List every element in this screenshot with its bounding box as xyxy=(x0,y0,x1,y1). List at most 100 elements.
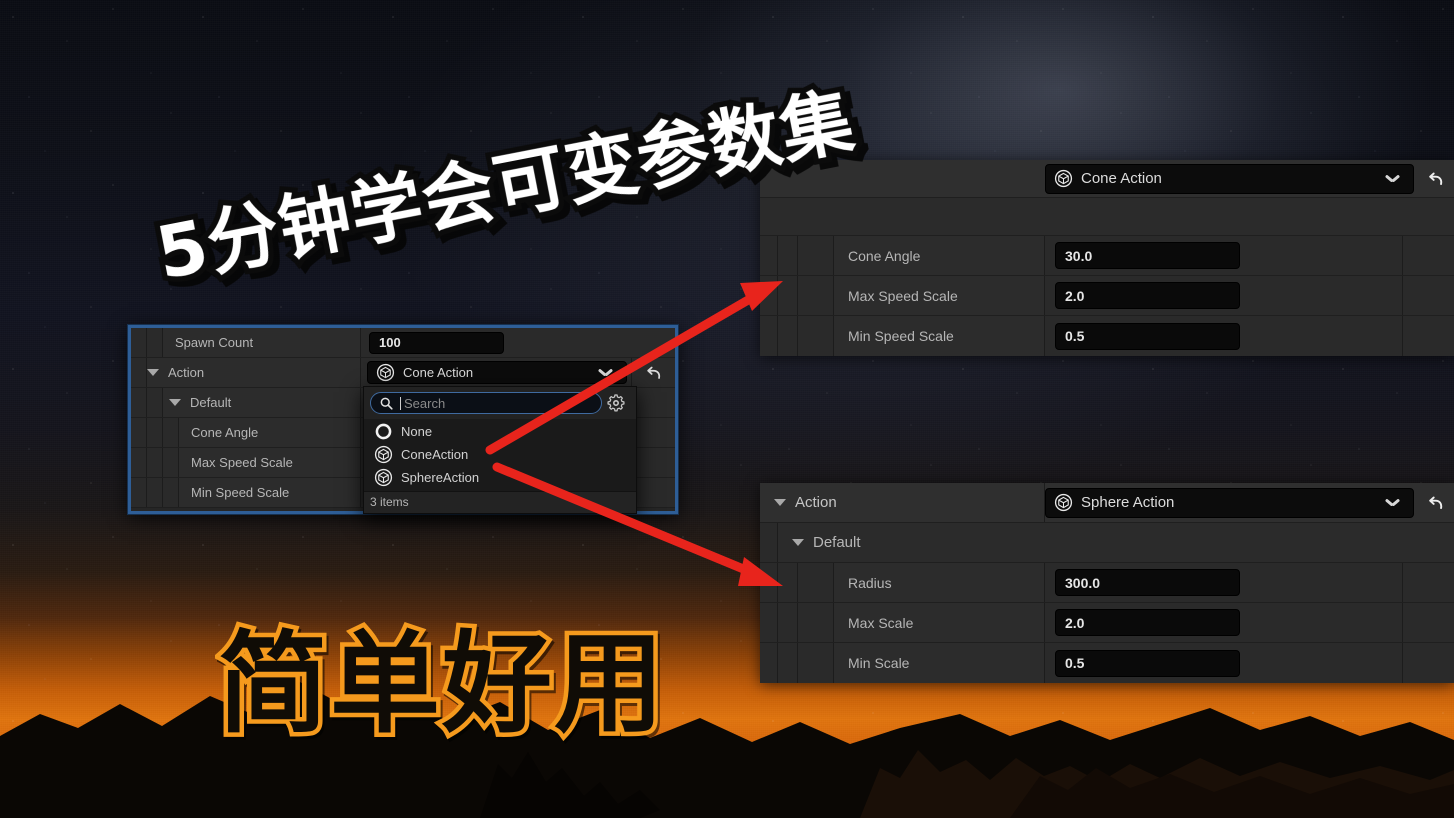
property-label: Max Speed Scale xyxy=(848,287,958,304)
spawn-count-field[interactable]: 100 xyxy=(369,331,504,354)
max-scale-field[interactable]: 2.0 xyxy=(1055,609,1240,636)
min-speed-scale-value: 0.5 xyxy=(1065,328,1085,344)
property-label: Min Scale xyxy=(848,655,910,671)
cone-action-combo-value: Cone Action xyxy=(1081,170,1162,187)
expander-triangle-icon[interactable] xyxy=(792,539,804,546)
property-row-min-scale[interactable]: Min Scale 0.5 xyxy=(760,643,1454,683)
dropdown-item-sphereaction[interactable]: SphereAction xyxy=(364,466,636,489)
cube-class-icon xyxy=(1054,493,1073,512)
expander-triangle-icon[interactable] xyxy=(169,399,181,406)
headline-bottom: 简单好用 xyxy=(214,616,669,753)
reset-arrow-icon[interactable] xyxy=(643,362,665,384)
indent-guides xyxy=(760,276,834,315)
indent-guides xyxy=(760,316,834,356)
category-label: Default xyxy=(813,534,861,551)
class-picker-dropdown[interactable]: Search None ConeAction SphereAction 3 it… xyxy=(363,386,637,514)
indent-guides xyxy=(760,236,834,275)
max-scale-value: 2.0 xyxy=(1065,614,1085,631)
property-row-radius[interactable]: Radius 300.0 xyxy=(760,563,1454,603)
min-speed-scale-field[interactable]: 0.5 xyxy=(1055,322,1240,350)
property-row-action[interactable]: Action Sphere Action xyxy=(760,483,1454,523)
screenshot-canvas: Spawn Count 100 Action Cone Action Defau… xyxy=(0,0,1454,818)
action-header-label: Action xyxy=(795,494,837,511)
sphere-action-combo-value: Sphere Action xyxy=(1081,494,1175,511)
dropdown-item-label: None xyxy=(401,424,433,439)
reset-arrow-icon[interactable] xyxy=(1425,168,1447,190)
cube-class-icon xyxy=(374,468,393,487)
max-speed-scale-field[interactable]: 2.0 xyxy=(1055,282,1240,309)
expander-triangle-icon[interactable] xyxy=(774,499,786,506)
property-label: Min Speed Scale xyxy=(848,328,954,344)
cube-class-icon xyxy=(376,363,395,382)
empty-ring-icon xyxy=(375,423,392,440)
chevron-down-icon[interactable] xyxy=(1386,174,1399,182)
radius-field[interactable]: 300.0 xyxy=(1055,569,1240,596)
search-placeholder: Search xyxy=(404,395,446,411)
details-panel-sphere-action: Action Sphere Action Default Radius 300.… xyxy=(760,483,1454,683)
category-label: Default xyxy=(190,395,232,410)
max-speed-scale-value: 2.0 xyxy=(1065,287,1085,304)
property-label: Action xyxy=(168,365,205,380)
min-scale-value: 0.5 xyxy=(1065,655,1085,671)
panel-spacer-row xyxy=(760,198,1454,236)
row-tail xyxy=(1402,236,1454,275)
dropdown-item-list: None ConeAction SphereAction xyxy=(364,419,636,491)
indent-guides xyxy=(760,603,834,642)
property-row-default-category[interactable]: Default xyxy=(760,523,1454,563)
row-tail xyxy=(1402,563,1454,602)
indent-guides xyxy=(760,523,778,562)
dropdown-search-row: Search xyxy=(364,387,636,419)
cone-angle-field[interactable]: 30.0 xyxy=(1055,242,1240,269)
property-label: Spawn Count xyxy=(175,335,254,350)
dropdown-item-coneaction[interactable]: ConeAction xyxy=(364,443,636,466)
action-class-combo[interactable]: Cone Action xyxy=(367,361,627,384)
radius-value: 300.0 xyxy=(1065,574,1101,591)
property-row-action[interactable]: Action Cone Action xyxy=(131,358,675,388)
property-label: Max Speed Scale xyxy=(191,455,293,470)
property-row-max-speed-scale[interactable]: Max Speed Scale 2.0 xyxy=(760,276,1454,316)
expander-triangle-icon[interactable] xyxy=(147,369,159,376)
property-label: Cone Angle xyxy=(848,247,921,264)
text-caret xyxy=(400,396,401,410)
search-icon xyxy=(380,397,393,410)
property-label: Min Speed Scale xyxy=(191,485,290,500)
row-tail xyxy=(1402,316,1454,356)
action-class-value: Cone Action xyxy=(403,365,474,380)
details-panel-left: Spawn Count 100 Action Cone Action Defau… xyxy=(128,325,678,514)
chevron-down-icon[interactable] xyxy=(599,368,612,376)
min-scale-field[interactable]: 0.5 xyxy=(1055,649,1240,677)
cube-class-icon xyxy=(1054,169,1073,188)
row-tail xyxy=(1402,276,1454,315)
indent-guides xyxy=(131,388,163,417)
indent-guides xyxy=(131,418,179,447)
indent-guides xyxy=(131,448,179,477)
spawn-count-value: 100 xyxy=(379,335,401,350)
gear-icon[interactable] xyxy=(606,393,626,413)
dropdown-item-label: SphereAction xyxy=(401,470,480,485)
details-panel-cone-action: Cone Action Cone Angle 30.0 Max Speed Sc… xyxy=(760,160,1454,356)
property-label: Radius xyxy=(848,574,892,591)
chevron-down-icon[interactable] xyxy=(1386,498,1399,506)
reset-arrow-icon[interactable] xyxy=(1425,492,1447,514)
dropdown-item-none[interactable]: None xyxy=(364,420,636,443)
property-row-min-speed-scale[interactable]: Min Speed Scale 0.5 xyxy=(760,316,1454,356)
property-row-spawn-count[interactable]: Spawn Count 100 xyxy=(131,328,675,358)
indent-guides xyxy=(760,563,834,602)
dropdown-item-label: ConeAction xyxy=(401,447,469,462)
cone-action-combo[interactable]: Cone Action xyxy=(1045,163,1414,194)
property-row-cone-angle[interactable]: Cone Angle 30.0 xyxy=(760,236,1454,276)
cone-action-combo-row[interactable]: Cone Action xyxy=(760,160,1454,198)
cone-angle-value: 30.0 xyxy=(1065,247,1093,264)
dropdown-item-count: 3 items xyxy=(364,491,636,513)
row-tail xyxy=(1402,603,1454,642)
indent-guides xyxy=(131,328,163,357)
property-label: Max Scale xyxy=(848,614,914,631)
property-row-max-scale[interactable]: Max Scale 2.0 xyxy=(760,603,1454,643)
row-tail xyxy=(1402,643,1454,683)
sphere-action-combo[interactable]: Sphere Action xyxy=(1045,487,1414,518)
search-input[interactable]: Search xyxy=(370,392,602,414)
cube-class-icon xyxy=(374,445,393,464)
indent-guides xyxy=(131,478,179,507)
indent-guides xyxy=(760,643,834,683)
property-label: Cone Angle xyxy=(191,425,259,440)
